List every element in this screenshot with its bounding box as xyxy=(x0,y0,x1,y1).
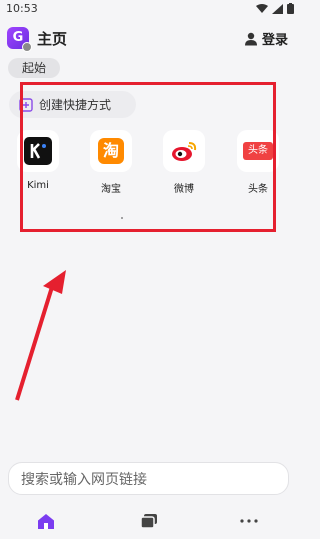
app-weibo[interactable]: 微博 xyxy=(154,130,214,195)
toutiao-icon: 头条 xyxy=(243,142,273,160)
app-tile xyxy=(17,130,59,172)
tabs-icon xyxy=(141,514,157,528)
bottom-nav xyxy=(0,506,300,536)
app-label: 头条 xyxy=(248,184,268,195)
signal-icon xyxy=(272,3,283,14)
login-button[interactable]: 登录 xyxy=(244,29,288,48)
login-label: 登录 xyxy=(261,33,288,48)
app-label: 淘宝 xyxy=(101,184,121,195)
create-shortcut-label: 创建快捷方式 xyxy=(39,98,112,112)
nav-tabs[interactable] xyxy=(137,509,161,533)
shortcut-apps: Kimi 淘 淘宝 微博 头条 头条 xyxy=(0,130,300,200)
app-toutiao[interactable]: 头条 头条 xyxy=(228,130,288,195)
nav-more[interactable] xyxy=(237,509,261,533)
app-tile: 头条 xyxy=(237,130,279,172)
app-taobao[interactable]: 淘 淘宝 xyxy=(81,130,141,195)
more-icon xyxy=(240,519,258,523)
taobao-icon: 淘 xyxy=(98,138,124,164)
page-indicator xyxy=(121,217,123,219)
kimi-icon xyxy=(24,137,52,165)
logo-badge-icon xyxy=(22,42,32,52)
app-label: Kimi xyxy=(27,180,49,191)
nav-home[interactable] xyxy=(34,509,58,533)
add-shortcut-icon xyxy=(19,97,33,112)
app-kimi[interactable]: Kimi xyxy=(8,130,68,191)
page-title: 主页 xyxy=(37,30,68,48)
app-tile: 淘 xyxy=(90,130,132,172)
status-icons xyxy=(256,3,294,14)
app-tile xyxy=(163,130,205,172)
weibo-icon xyxy=(172,142,197,161)
search-input[interactable] xyxy=(19,468,278,492)
status-time: 10:53 xyxy=(6,2,38,15)
app-label: 微博 xyxy=(174,184,194,195)
annotation-arrow xyxy=(15,270,66,401)
user-icon xyxy=(244,32,257,45)
wifi-icon xyxy=(256,3,268,13)
chip-start[interactable]: 起始 xyxy=(8,58,61,78)
status-bar: 10:53 xyxy=(0,0,300,20)
battery-icon xyxy=(287,3,294,14)
create-shortcut-button[interactable]: 创建快捷方式 xyxy=(9,91,136,118)
home-icon xyxy=(38,513,54,529)
search-bar[interactable] xyxy=(8,462,289,495)
header: G 主页 登录 xyxy=(0,22,300,52)
